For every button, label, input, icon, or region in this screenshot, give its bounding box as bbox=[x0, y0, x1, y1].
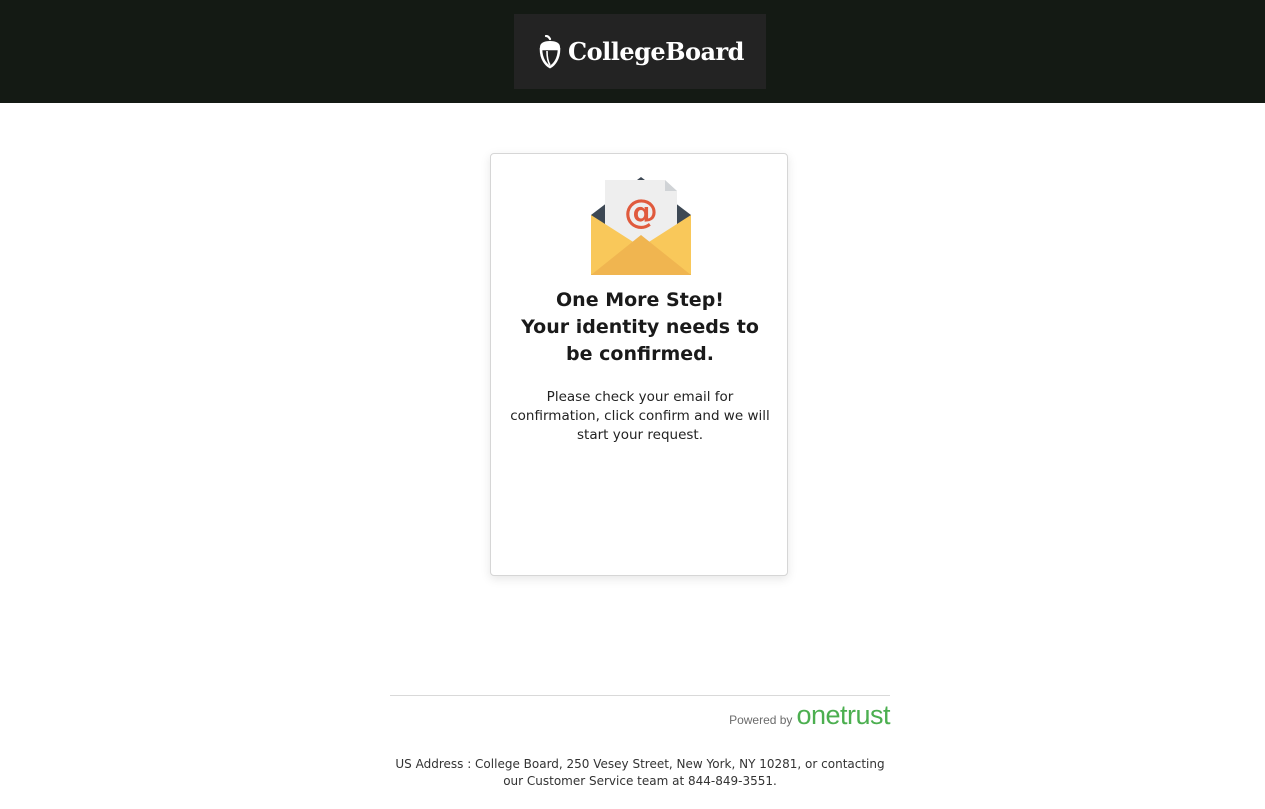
confirmation-card: @ One More Step! Your identity needs to … bbox=[490, 153, 788, 576]
envelope-email-icon: @ bbox=[589, 175, 693, 277]
acorn-icon bbox=[536, 34, 564, 69]
onetrust-logo: onetrust bbox=[796, 700, 890, 730]
top-header-bar: CollegeBoard bbox=[0, 0, 1265, 103]
footer-divider bbox=[390, 695, 890, 696]
at-sign-glyph: @ bbox=[624, 192, 658, 232]
card-message: Please check your email for confirmation… bbox=[510, 389, 770, 443]
address-line-2: our Customer Service team at 844-849-355… bbox=[503, 774, 777, 788]
footer-address: US Address : College Board, 250 Vesey St… bbox=[390, 756, 890, 790]
powered-by-onetrust[interactable]: Powered by onetrust bbox=[729, 702, 890, 729]
title-line-2: Your identity needs to be confirmed. bbox=[521, 316, 759, 365]
card-title: One More Step! Your identity needs to be… bbox=[491, 287, 789, 368]
collegeboard-logo[interactable]: CollegeBoard bbox=[514, 14, 766, 89]
address-line-1: US Address : College Board, 250 Vesey St… bbox=[395, 757, 885, 771]
logo-text: CollegeBoard bbox=[568, 37, 744, 66]
powered-by-label: Powered by bbox=[729, 713, 793, 727]
title-line-1: One More Step! bbox=[556, 289, 724, 311]
